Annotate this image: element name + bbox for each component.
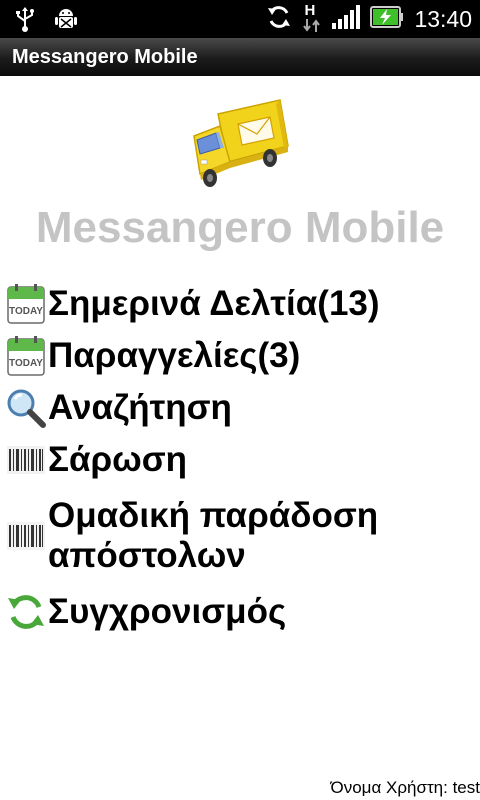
barcode-icon — [4, 438, 48, 482]
calendar-today-icon: TODAY — [4, 334, 48, 378]
status-right-icons: H 13:40 — [266, 2, 472, 35]
magnifier-icon — [4, 386, 48, 430]
status-left-icons — [14, 6, 78, 37]
truck-logo-icon — [188, 96, 292, 196]
username-label: Όνομα Χρήστη: test — [330, 778, 480, 797]
brand-title: Messangero Mobile — [35, 203, 445, 252]
menu-item-label: Σημερινά Δελτία(13) — [48, 284, 380, 323]
status-time: 13:40 — [414, 5, 472, 32]
calendar-today-icon: TODAY — [4, 282, 48, 326]
menu-item-label: Παραγγελίες(3) — [48, 336, 301, 375]
sync-arrows-icon — [4, 590, 48, 634]
menu-item-group-delivery[interactable]: Ομαδική παράδοση απόστολων — [0, 486, 480, 586]
main-menu: TODAY Σημερινά Δελτία(13) TODAY Παραγγελ… — [0, 278, 480, 638]
svg-text:TODAY: TODAY — [9, 306, 43, 317]
sync-icon — [266, 4, 292, 35]
network-h-icon: H — [302, 2, 322, 34]
menu-item-sync[interactable]: Συγχρονισμός — [0, 586, 480, 638]
android-debug-icon — [54, 6, 78, 37]
app-title: Messangero Mobile — [12, 46, 198, 68]
app-title-bar: Messangero Mobile — [0, 38, 480, 76]
menu-item-search[interactable]: Αναζήτηση — [0, 382, 480, 434]
usb-icon — [14, 6, 36, 37]
signal-icon — [332, 4, 361, 34]
menu-item-orders[interactable]: TODAY Παραγγελίες(3) — [0, 330, 480, 382]
menu-item-label: Σάρωση — [48, 440, 188, 479]
menu-item-todays-notes[interactable]: TODAY Σημερινά Δελτία(13) — [0, 278, 480, 330]
menu-item-label: Αναζήτηση — [48, 388, 232, 427]
svg-text:TODAY: TODAY — [9, 358, 43, 369]
barcode-icon — [4, 514, 48, 558]
menu-item-label: Ομαδική παράδοση απόστολων — [48, 496, 379, 575]
menu-item-scan[interactable]: Σάρωση — [0, 434, 480, 486]
battery-charging-icon — [370, 5, 404, 33]
status-bar: H 13:40 — [0, 0, 480, 38]
menu-item-label: Συγχρονισμός — [48, 592, 287, 631]
